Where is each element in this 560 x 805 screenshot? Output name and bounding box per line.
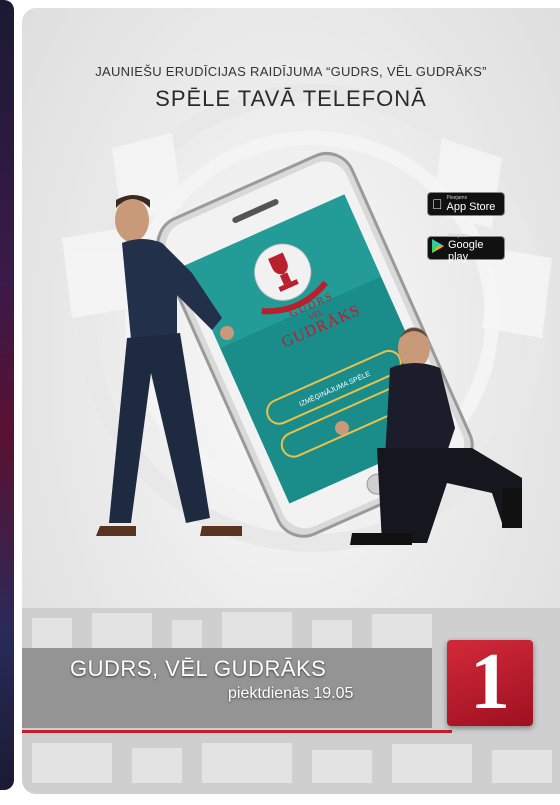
promo-poster: JAUNIEŠU ERUDĪCIJAS RAIDĪJUMA “GUDRS, VĒ…	[22, 8, 560, 794]
channel-number: 1	[470, 638, 510, 726]
adjacent-slide-strip	[0, 0, 14, 790]
google-play-icon	[432, 238, 444, 258]
google-play-badge[interactable]: Pieejams Google play	[427, 233, 505, 263]
google-play-label: Google play	[448, 239, 484, 263]
apple-icon: 	[432, 196, 443, 212]
header-subtitle: JAUNIEŠU ERUDĪCIJAS RAIDĪJUMA “GUDRS, VĒ…	[95, 64, 487, 79]
show-schedule: piektdienās 19.05	[228, 685, 354, 702]
channel-logo: 1	[447, 640, 533, 726]
app-store-label: App Store	[436, 201, 496, 213]
header-title: SPĒLE TAVĀ TELEFONĀ	[155, 86, 427, 111]
title-band-red-line	[22, 730, 452, 733]
app-store-badge[interactable]:  Pieejams App Store	[427, 192, 505, 216]
show-title: GUDRS, VĒL GUDRĀKS	[70, 656, 327, 681]
